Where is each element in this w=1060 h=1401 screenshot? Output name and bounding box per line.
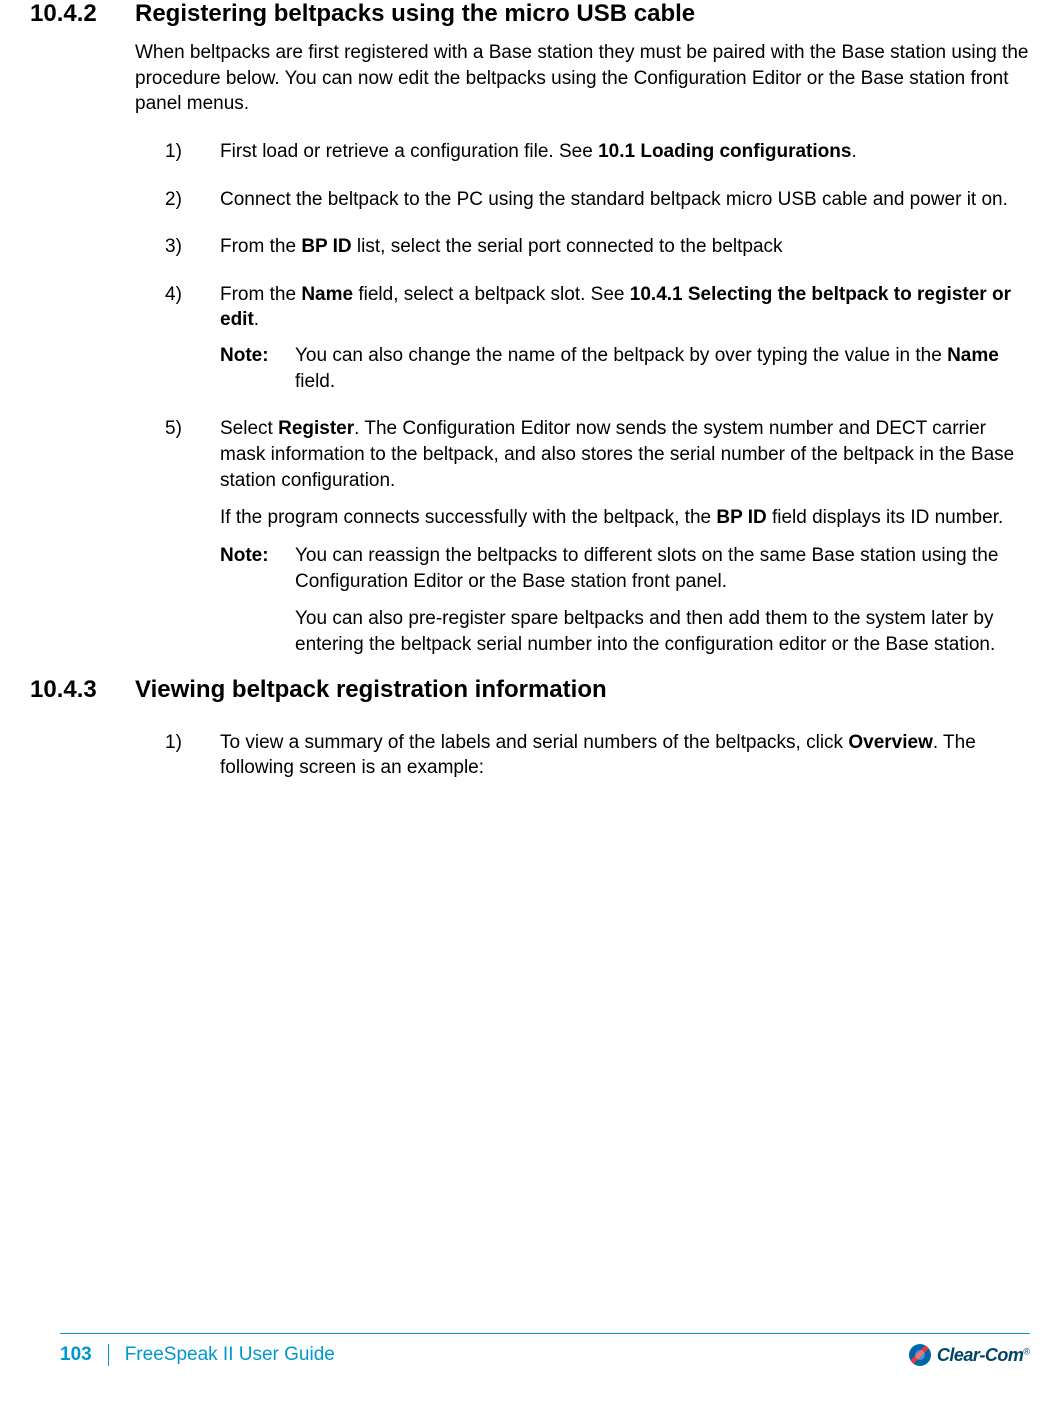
step-number: 2) <box>165 187 220 213</box>
step-1: 1) First load or retrieve a configuratio… <box>165 139 1030 165</box>
step-text: To view a summary of the labels and seri… <box>220 730 1030 781</box>
heading-title: Viewing beltpack registration informatio… <box>135 676 607 704</box>
step-text: First load or retrieve a configuration f… <box>220 139 1030 165</box>
step-text: From the Name field, select a beltpack s… <box>220 282 1030 333</box>
step-5-note: Note: You can reassign the beltpacks to … <box>220 543 1030 594</box>
step-number: 1) <box>165 139 220 165</box>
heading-title: Registering beltpacks using the micro US… <box>135 0 695 28</box>
step-text: Connect the beltpack to the PC using the… <box>220 187 1030 213</box>
section-heading-1042: 10.4.2 Registering beltpacks using the m… <box>30 0 1030 28</box>
step-2: 2) Connect the beltpack to the PC using … <box>165 187 1030 213</box>
step-5-extra: If the program connects successfully wit… <box>220 505 1030 531</box>
note-label: Note: <box>220 343 295 394</box>
step-number: 1) <box>165 730 220 781</box>
document-title: FreeSpeak II User Guide <box>125 1344 335 1366</box>
step-4-note: Note: You can also change the name of th… <box>220 343 1030 394</box>
note-text: You can also change the name of the belt… <box>295 343 1030 394</box>
step-5: 5) Select Register. The Configuration Ed… <box>165 416 1030 493</box>
heading-number: 10.4.2 <box>30 0 135 28</box>
step-5-note-2: You can also pre-register spare beltpack… <box>295 606 1030 657</box>
heading-number: 10.4.3 <box>30 676 135 704</box>
logo-text: Clear-Com® <box>937 1345 1030 1366</box>
section-heading-1043: 10.4.3 Viewing beltpack registration inf… <box>30 676 1030 704</box>
clear-com-logo: Clear-Com® <box>909 1344 1030 1366</box>
step-text: Select Register. The Configuration Edito… <box>220 416 1030 493</box>
note-label: Note: <box>220 543 295 594</box>
note-text: You can reassign the beltpacks to differ… <box>295 543 1030 594</box>
page-number: 103 <box>60 1344 109 1366</box>
step-number: 3) <box>165 234 220 260</box>
step-number: 4) <box>165 282 220 333</box>
intro-paragraph: When beltpacks are first registered with… <box>135 40 1030 117</box>
section2-step-1: 1) To view a summary of the labels and s… <box>165 730 1030 781</box>
step-3: 3) From the BP ID list, select the seria… <box>165 234 1030 260</box>
logo-icon <box>909 1344 931 1366</box>
step-text: From the BP ID list, select the serial p… <box>220 234 1030 260</box>
step-4: 4) From the Name field, select a beltpac… <box>165 282 1030 333</box>
page-footer: 103 FreeSpeak II User Guide Clear-Com® <box>60 1333 1030 1366</box>
footer-left: 103 FreeSpeak II User Guide <box>60 1344 335 1366</box>
step-number: 5) <box>165 416 220 493</box>
